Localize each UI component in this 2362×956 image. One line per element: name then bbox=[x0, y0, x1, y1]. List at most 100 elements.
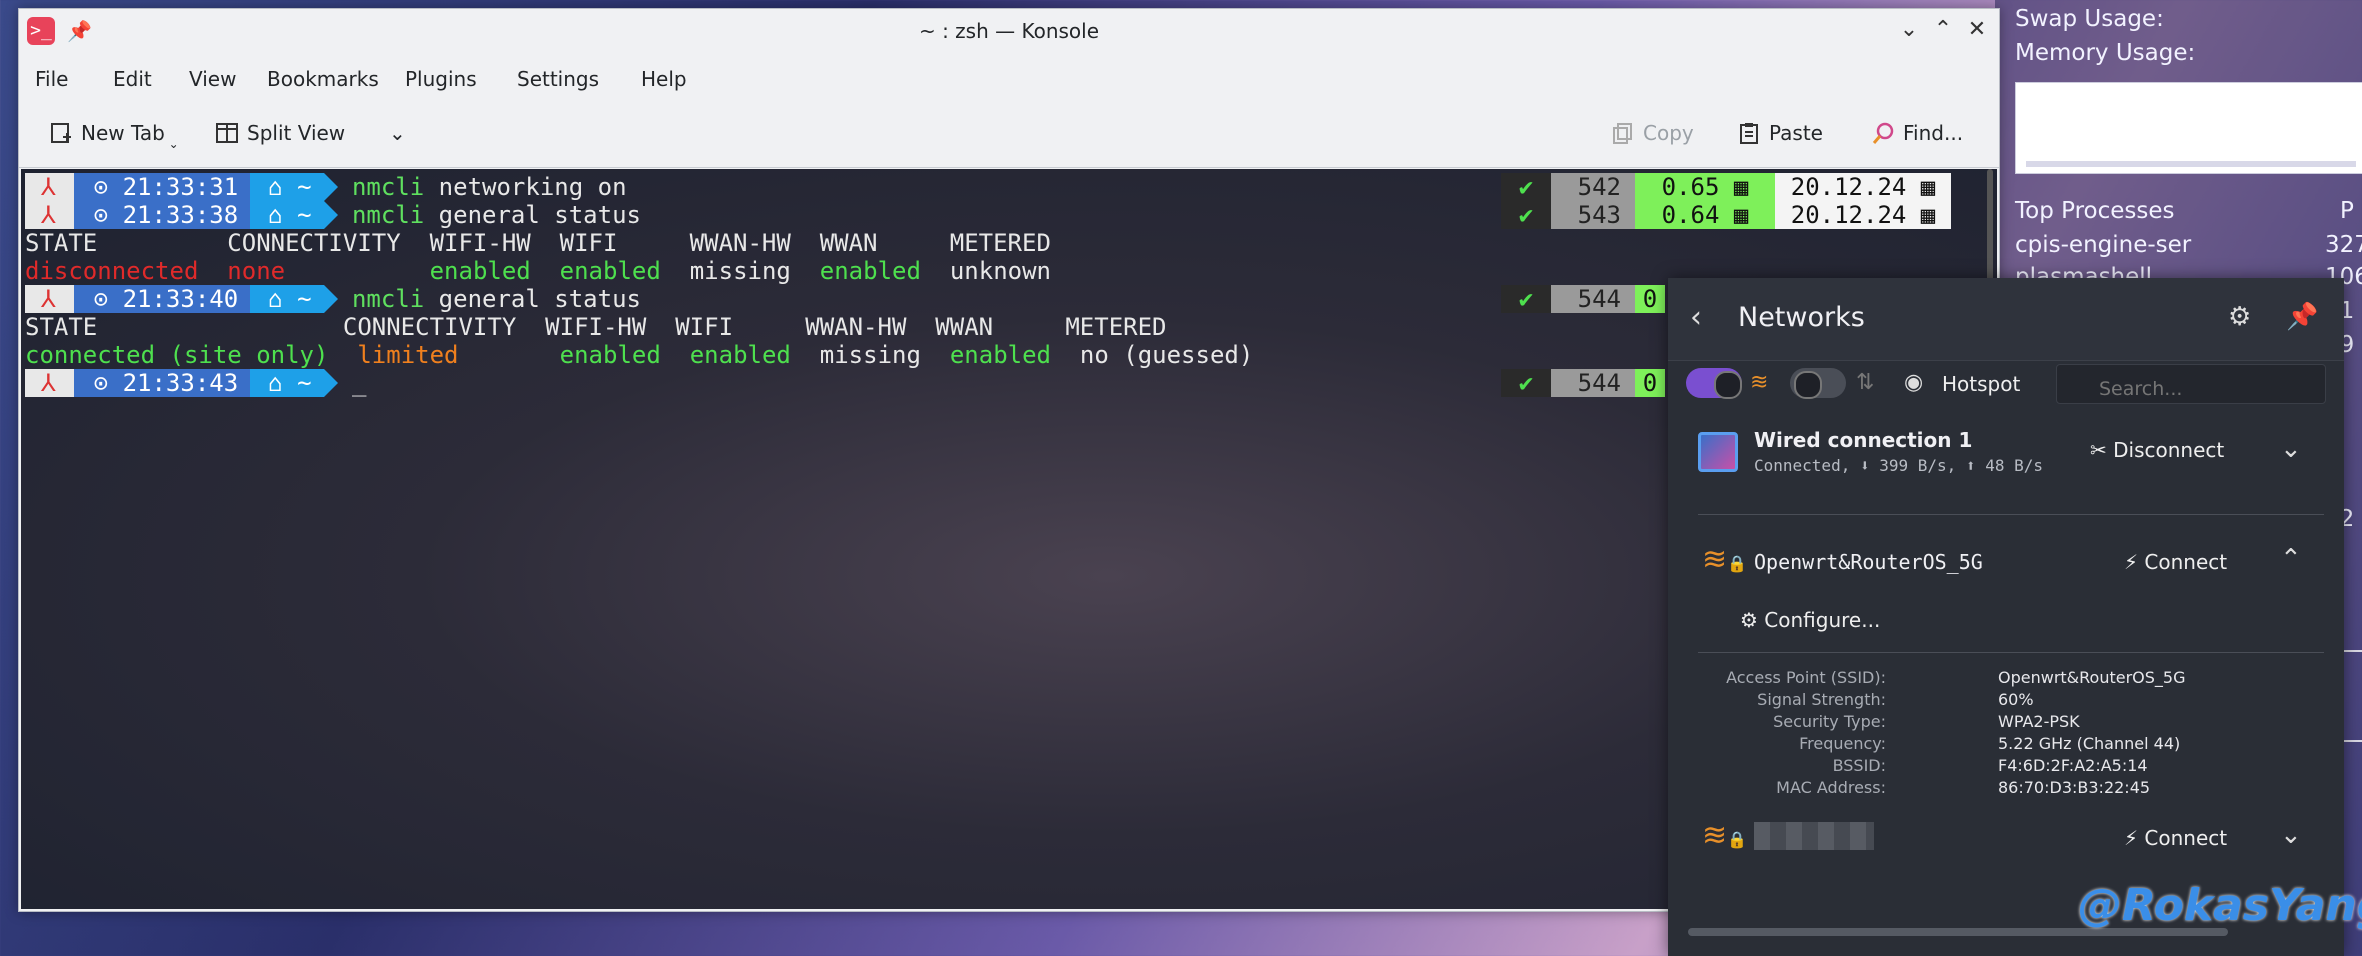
configure-icon[interactable]: ⚙ bbox=[2228, 302, 2251, 332]
right-prompt: ✔ 544 0 bbox=[1501, 285, 1665, 313]
pin-icon[interactable]: 📌 bbox=[2286, 302, 2318, 332]
command-args: networking on bbox=[424, 173, 627, 201]
terminal-scrollbar[interactable] bbox=[1987, 169, 1993, 289]
connect-button[interactable]: ⚡ Connect bbox=[2124, 826, 2227, 850]
chevron-down-icon[interactable]: ⌄ bbox=[2280, 820, 2302, 850]
command-args: general status bbox=[424, 285, 641, 313]
wifi-toggle[interactable] bbox=[1686, 368, 1742, 399]
process-value: 327 bbox=[2325, 232, 2362, 258]
prompt-time: 21:33:40 bbox=[122, 285, 239, 313]
arch-icon: ⅄ bbox=[25, 173, 74, 201]
command-name: nmcli bbox=[351, 285, 425, 313]
networks-popup: ‹ Networks ⚙ 📌 ≋ ⇅ ◉ Hotspot ⌕ Wired con… bbox=[1668, 278, 2344, 956]
split-view-menu-button[interactable]: ⌄ bbox=[389, 121, 406, 145]
memory-graph bbox=[2015, 82, 2362, 174]
check-icon: ✔ bbox=[1501, 201, 1551, 229]
mobile-network-icon: ⇅ bbox=[1856, 370, 1875, 395]
output-row: disconnected none enabled enabled missin… bbox=[25, 257, 1051, 285]
configure-icon: ⚙ bbox=[1740, 608, 1765, 632]
divider bbox=[1698, 652, 2324, 653]
network-search-input[interactable] bbox=[2056, 364, 2326, 404]
prompt-line: ⅄ ⊙ 21:33:40 ⌂ ~ nmcli general status bbox=[25, 285, 641, 313]
process-name: cpis-engine-ser bbox=[2015, 232, 2192, 258]
configure-button[interactable]: ⚙ Configure... bbox=[1740, 608, 1880, 632]
minimize-button[interactable]: ⌄ bbox=[1895, 17, 1923, 42]
menu-file[interactable]: File bbox=[35, 67, 68, 91]
window-title: ~ : zsh — Konsole bbox=[918, 19, 1100, 43]
search-icon bbox=[1871, 121, 1895, 145]
hotspot-icon: ◉ bbox=[1904, 370, 1924, 395]
menu-settings[interactable]: Settings bbox=[517, 67, 599, 91]
close-button[interactable]: ✕ bbox=[1963, 17, 1991, 42]
split-view-button[interactable]: Split View bbox=[215, 121, 345, 145]
command-name: nmcli bbox=[351, 173, 425, 201]
check-icon: ✔ bbox=[1501, 285, 1551, 313]
new-tab-icon bbox=[49, 121, 73, 145]
right-prompt: ✔ 542 0.65 ▦ 20.12.24 ▦ bbox=[1501, 173, 1951, 201]
menu-bar: File Edit View Bookmarks Plugins Setting… bbox=[19, 59, 1999, 99]
networks-header: ‹ Networks ⚙ 📌 bbox=[1668, 278, 2344, 361]
paste-button[interactable]: Paste bbox=[1737, 121, 1823, 145]
check-icon: ✔ bbox=[1501, 369, 1551, 397]
menu-edit[interactable]: Edit bbox=[113, 67, 152, 91]
arch-icon: ⅄ bbox=[25, 285, 74, 313]
new-tab-button[interactable]: New Tab ⌄ bbox=[49, 121, 179, 151]
prompt-line: ⅄ ⊙ 21:33:43 ⌂ ~ _ bbox=[25, 369, 366, 397]
connect-icon: ⚡ bbox=[2124, 826, 2145, 850]
network-name: Openwrt&RouterOS_5G bbox=[1754, 550, 1983, 574]
menu-bookmarks[interactable]: Bookmarks bbox=[267, 67, 379, 91]
disconnect-icon: ✂ bbox=[2090, 438, 2114, 462]
chevron-up-icon[interactable]: ⌃ bbox=[2280, 544, 2302, 574]
output-row: connected (site only) limited enabled en… bbox=[25, 341, 1254, 369]
output-header: STATE CONNECTIVITY WIFI-HW WIFI WWAN-HW … bbox=[25, 313, 1167, 341]
menu-view[interactable]: View bbox=[189, 67, 236, 91]
memory-usage-label: Memory Usage: bbox=[2015, 40, 2196, 66]
menu-plugins[interactable]: Plugins bbox=[405, 67, 477, 91]
swap-usage-label: Swap Usage: bbox=[2015, 6, 2164, 32]
hotspot-button[interactable]: Hotspot bbox=[1942, 372, 2020, 396]
blurred-network-name bbox=[1754, 822, 1874, 850]
prompt-line: ⅄ ⊙ 21:33:38 ⌂ ~ nmcli general status bbox=[25, 201, 641, 229]
divider bbox=[1698, 514, 2324, 515]
prompt-line: ⅄ ⊙ 21:33:31 ⌂ ~ nmcli networking on bbox=[25, 173, 627, 201]
copy-icon bbox=[1611, 121, 1635, 145]
copy-button[interactable]: Copy bbox=[1611, 121, 1694, 145]
wifi-secured-icon: ≋🔒 bbox=[1702, 818, 1748, 853]
cursor: _ bbox=[337, 369, 367, 397]
command-name: nmcli bbox=[351, 201, 425, 229]
title-bar[interactable]: >_ 📌 ~ : zsh — Konsole ⌄ ⌃ ✕ bbox=[19, 9, 1999, 53]
disconnect-button[interactable]: ✂ Disconnect bbox=[2090, 438, 2224, 462]
menu-help[interactable]: Help bbox=[641, 67, 687, 91]
right-prompt: ✔ 543 0.64 ▦ 20.12.24 ▦ bbox=[1501, 201, 1951, 229]
command-args: general status bbox=[424, 201, 641, 229]
maximize-button[interactable]: ⌃ bbox=[1929, 17, 1957, 42]
split-view-icon bbox=[215, 121, 239, 145]
check-icon: ✔ bbox=[1501, 173, 1551, 201]
right-prompt: ✔ 544 0 bbox=[1501, 369, 1665, 397]
network-name: Wired connection 1 bbox=[1754, 428, 1973, 452]
top-processes-label: Top Processes bbox=[2015, 198, 2175, 224]
arch-icon: ⅄ bbox=[25, 369, 74, 397]
prompt-time: 21:33:31 bbox=[122, 173, 239, 201]
find-button[interactable]: Find... bbox=[1871, 121, 1963, 145]
chevron-down-icon[interactable]: ⌄ bbox=[2280, 434, 2302, 464]
prompt-time: 21:33:38 bbox=[122, 201, 239, 229]
wifi-icon: ≋ bbox=[1750, 370, 1769, 395]
output-header: STATE CONNECTIVITY WIFI-HW WIFI WWAN-HW … bbox=[25, 229, 1051, 257]
prompt-time: 21:33:43 bbox=[122, 369, 239, 397]
watermark: @RokasYang bbox=[2078, 880, 2362, 931]
paste-icon bbox=[1737, 121, 1761, 145]
wifi-secured-icon: ≋🔒 bbox=[1702, 542, 1748, 577]
wwan-toggle[interactable] bbox=[1790, 368, 1846, 399]
connect-icon: ⚡ bbox=[2124, 550, 2145, 574]
back-arrow-icon[interactable]: ‹ bbox=[1690, 300, 1702, 335]
process-column-header: P bbox=[2340, 198, 2354, 224]
arch-icon: ⅄ bbox=[25, 201, 74, 229]
connect-button[interactable]: ⚡ Connect bbox=[2124, 550, 2227, 574]
toolbar: New Tab ⌄ Split View ⌄ Copy Paste Find..… bbox=[19, 107, 1999, 168]
network-status: Connected, ⬇ 399 B/s, ⬆ 48 B/s bbox=[1754, 456, 2043, 475]
chevron-down-icon: ⌄ bbox=[164, 137, 179, 151]
ethernet-icon bbox=[1698, 432, 1738, 472]
networks-title: Networks bbox=[1738, 302, 1865, 333]
chevron-down-icon: ⌄ bbox=[389, 121, 406, 145]
